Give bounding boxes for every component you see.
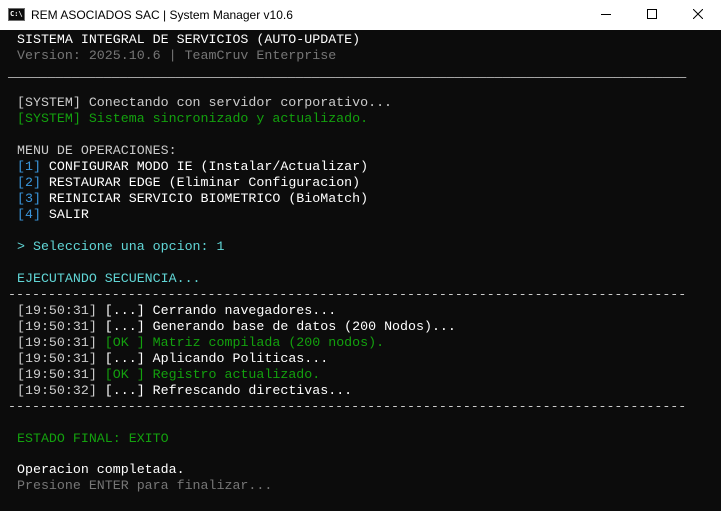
step-line: [19:50:31] [OK ] Matriz compilada (200 n… [17, 335, 384, 351]
menu-key: [1] [17, 159, 41, 174]
step-line: [19:50:31] [...] Cerrando navegadores... [17, 303, 336, 319]
menu-label: REINICIAR SERVICIO BIOMETRICO (BioMatch) [40, 191, 369, 206]
step-message: Cerrando navegadores... [152, 303, 337, 318]
executing-label: EJECUTANDO SECUENCIA... [17, 271, 201, 286]
menu-key: [3] [17, 191, 41, 206]
menu-header: MENU DE OPERACIONES: [17, 143, 177, 158]
input-prompt[interactable]: > Seleccione una opcion: 1 [17, 239, 224, 255]
step-message: Matriz compilada (200 nodos). [152, 335, 385, 350]
step-status: [...] [104, 319, 145, 334]
log-line-connecting: [SYSTEM] Conectando con servidor corpora… [17, 95, 393, 110]
step-message: Registro actualizado. [152, 367, 321, 382]
title-bar[interactable]: C:\. REM ASOCIADOS SAC | System Manager … [0, 0, 721, 30]
menu-key: [4] [17, 207, 41, 222]
press-enter-prompt: Presione ENTER para finalizar... [17, 478, 273, 493]
version-line: Version: 2025.10.6 | TeamCruv Enterprise [17, 48, 337, 63]
menu-label: CONFIGURAR MODO IE (Instalar/Actualizar) [40, 159, 369, 174]
step-time: [19:50:31] [17, 335, 97, 350]
step-message: Refrescando directivas... [152, 383, 353, 398]
menu-label: RESTAURAR EDGE (Eliminar Configuracion) [40, 175, 361, 190]
step-status: [OK ] [104, 335, 145, 350]
final-state: ESTADO FINAL: EXITO [17, 431, 169, 446]
menu-item-3: [3] REINICIAR SERVICIO BIOMETRICO (BioMa… [17, 191, 368, 207]
close-icon [693, 9, 703, 19]
log-line-synced: [SYSTEM] Sistema sincronizado y actualiz… [17, 111, 369, 126]
menu-key: [2] [17, 175, 41, 190]
step-line: [19:50:31] [OK ] Registro actualizado. [17, 367, 320, 383]
step-message: Generando base de datos (200 Nodos)... [152, 319, 456, 334]
step-time: [19:50:31] [17, 351, 97, 366]
separator-dash-bottom: ----------------------------------------… [8, 399, 687, 414]
step-time: [19:50:31] [17, 319, 97, 334]
step-status: [...] [104, 383, 145, 398]
maximize-button[interactable] [629, 0, 675, 30]
menu-label: SALIR [40, 207, 89, 222]
console-output[interactable]: SISTEMA INTEGRAL DE SERVICIOS (AUTO-UPDA… [0, 30, 721, 511]
step-message: Aplicando Politicas... [152, 351, 329, 366]
step-line: [19:50:31] [...] Aplicando Politicas... [17, 351, 328, 367]
minimize-button[interactable] [583, 0, 629, 30]
separator-dash-top: ----------------------------------------… [8, 287, 687, 302]
step-status: [OK ] [104, 367, 145, 382]
header-title: SISTEMA INTEGRAL DE SERVICIOS (AUTO-UPDA… [17, 32, 361, 47]
step-status: [...] [104, 303, 145, 318]
step-status: [...] [104, 351, 145, 366]
step-line: [19:50:31] [...] Generando base de datos… [17, 319, 456, 335]
step-line: [19:50:32] [...] Refrescando directivas.… [17, 383, 352, 399]
menu-item-1: [1] CONFIGURAR MODO IE (Instalar/Actuali… [17, 159, 368, 175]
completion-message: Operacion completada. [17, 462, 185, 477]
separator-top: ________________________________________… [8, 65, 687, 80]
console-icon[interactable]: C:\. [8, 8, 25, 21]
menu-item-4: [4] SALIR [17, 207, 89, 223]
step-time: [19:50:31] [17, 303, 97, 318]
menu-item-2: [2] RESTAURAR EDGE (Eliminar Configuraci… [17, 175, 360, 191]
close-button[interactable] [675, 0, 721, 30]
step-time: [19:50:31] [17, 367, 97, 382]
window-title: REM ASOCIADOS SAC | System Manager v10.6 [31, 8, 293, 22]
step-time: [19:50:32] [17, 383, 97, 398]
